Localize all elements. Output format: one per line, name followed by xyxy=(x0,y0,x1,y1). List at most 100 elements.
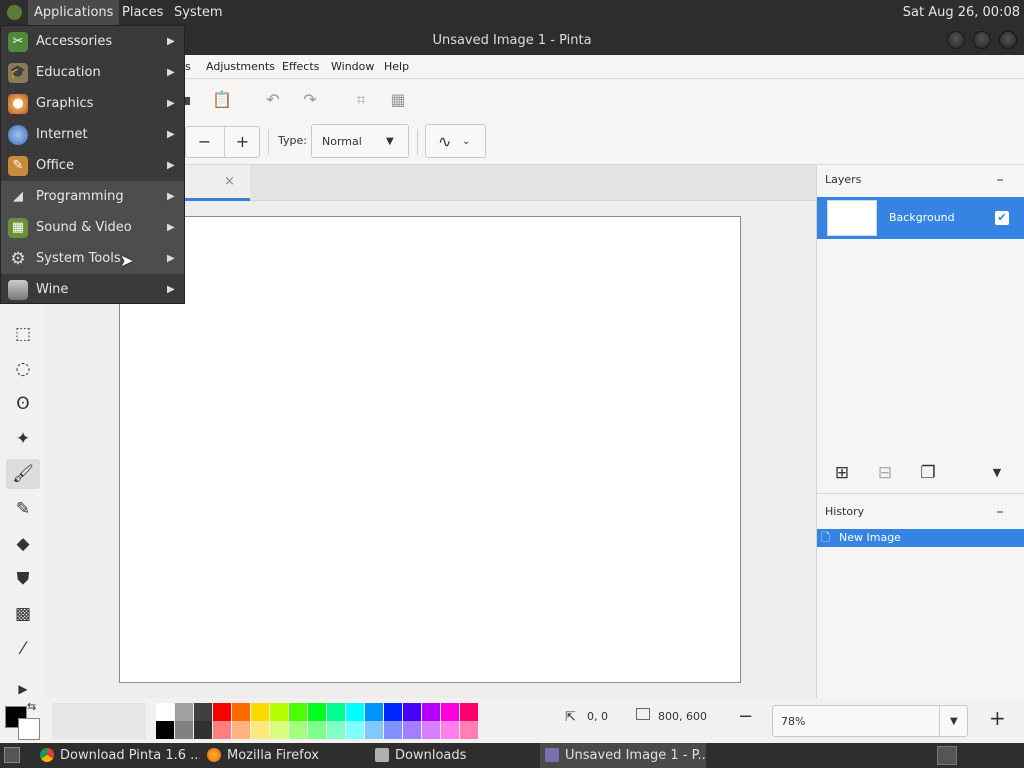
history-collapse-button[interactable]: – xyxy=(993,499,1007,525)
palette-swatch[interactable] xyxy=(422,721,440,739)
eraser-tool-icon[interactable]: ◆ xyxy=(6,529,40,559)
duplicate-layer-icon[interactable]: ❐ xyxy=(916,461,940,485)
menu-image[interactable]: s xyxy=(185,55,191,79)
menu-item-system-tools[interactable]: ⚙ System Tools ▶ xyxy=(1,243,184,274)
color-picker-tool-icon[interactable]: ⁄ xyxy=(6,634,40,664)
palette-swatch[interactable] xyxy=(213,703,231,721)
type-select[interactable]: Normal ▼ xyxy=(311,124,409,158)
document-tab[interactable]: × xyxy=(184,165,250,201)
palette-swatch[interactable] xyxy=(365,703,383,721)
secondary-color-swatch[interactable] xyxy=(18,718,40,740)
wine-icon xyxy=(8,280,28,300)
undo-icon[interactable]: ↶ xyxy=(261,88,285,112)
lasso-select-tool-icon[interactable]: ʘ xyxy=(6,389,40,419)
close-button[interactable] xyxy=(999,31,1017,49)
chevron-down-icon[interactable]: ▼ xyxy=(950,706,958,737)
palette-swatch[interactable] xyxy=(156,721,174,739)
task-download-pinta[interactable]: Download Pinta 1.6 ... xyxy=(40,743,200,768)
menu-adjustments[interactable]: Adjustments xyxy=(206,55,275,79)
palette-swatch[interactable] xyxy=(460,703,478,721)
palette-swatch[interactable] xyxy=(232,703,250,721)
palette-swatch[interactable] xyxy=(346,703,364,721)
deselect-icon[interactable]: ▦ xyxy=(386,88,410,112)
palette-swatch[interactable] xyxy=(441,721,459,739)
palette-swatch[interactable] xyxy=(270,703,288,721)
palette-swatch[interactable] xyxy=(232,721,250,739)
palette-swatch[interactable] xyxy=(346,721,364,739)
places-menu-button[interactable]: Places xyxy=(116,0,169,25)
palette-swatch[interactable] xyxy=(327,721,345,739)
layer-row[interactable]: Background ✔ xyxy=(817,197,1024,239)
paste-icon[interactable]: 📋 xyxy=(210,88,234,112)
menu-item-sound-video[interactable]: ▦ Sound & Video ▶ xyxy=(1,212,184,243)
paint-bucket-tool-icon[interactable]: ⛊ xyxy=(6,564,40,594)
palette-swatch[interactable] xyxy=(365,721,383,739)
history-item[interactable]: 🗋 New Image xyxy=(817,529,1024,547)
workspace-switcher[interactable] xyxy=(937,746,957,765)
clock[interactable]: Sat Aug 26, 00:08 xyxy=(903,0,1020,25)
decrease-width-button[interactable]: − xyxy=(186,127,223,157)
zoom-out-button[interactable]: − xyxy=(738,706,753,727)
menu-item-graphics[interactable]: ● Graphics ▶ xyxy=(1,88,184,119)
applications-menu-button[interactable]: Applications xyxy=(28,0,120,25)
paintbrush-tool-icon[interactable]: 🖌 xyxy=(6,459,40,489)
zoom-in-button[interactable]: + xyxy=(989,706,1006,730)
palette-swatch[interactable] xyxy=(194,721,212,739)
palette-swatch[interactable] xyxy=(422,703,440,721)
distro-logo-icon[interactable] xyxy=(6,4,23,21)
antialiasing-dropdown[interactable]: ∿ ⌄ xyxy=(425,124,486,158)
palette-swatch[interactable] xyxy=(384,703,402,721)
tab-close-icon[interactable]: × xyxy=(224,165,235,199)
layer-menu-chevron-icon[interactable]: ▼ xyxy=(985,461,1009,485)
menu-item-office[interactable]: ✎ Office ▶ xyxy=(1,150,184,181)
palette-swatch[interactable] xyxy=(175,703,193,721)
palette-swatch[interactable] xyxy=(270,721,288,739)
gradient-tool-icon[interactable]: ▩ xyxy=(6,599,40,629)
increase-width-button[interactable]: + xyxy=(224,127,260,157)
menu-window[interactable]: Window xyxy=(331,55,374,79)
delete-layer-icon[interactable]: ⊟ xyxy=(873,461,897,485)
maximize-button[interactable] xyxy=(973,31,991,49)
menu-item-programming[interactable]: ◢ Programming ▶ xyxy=(1,181,184,212)
menu-item-accessories[interactable]: ✂ Accessories ▶ xyxy=(1,26,184,57)
magic-wand-tool-icon[interactable]: ✦ xyxy=(6,424,40,454)
palette-swatch[interactable] xyxy=(384,721,402,739)
palette-swatch[interactable] xyxy=(175,721,193,739)
menu-item-internet[interactable]: Internet ▶ xyxy=(1,119,184,150)
show-desktop-icon[interactable] xyxy=(4,747,20,763)
task-pinta[interactable]: Unsaved Image 1 - P... xyxy=(540,743,706,768)
palette-swatch[interactable] xyxy=(403,703,421,721)
menu-item-education[interactable]: 🎓 Education ▶ xyxy=(1,57,184,88)
palette-swatch[interactable] xyxy=(308,703,326,721)
task-firefox[interactable]: Mozilla Firefox xyxy=(207,743,367,768)
palette-swatch[interactable] xyxy=(251,721,269,739)
palette-swatch[interactable] xyxy=(251,703,269,721)
redo-icon[interactable]: ↷ xyxy=(298,88,322,112)
layer-visibility-checkbox[interactable]: ✔ xyxy=(995,211,1009,225)
palette-swatch[interactable] xyxy=(289,703,307,721)
palette-swatch[interactable] xyxy=(156,703,174,721)
system-menu-button[interactable]: System xyxy=(168,0,228,25)
menu-item-wine[interactable]: Wine ▶ xyxy=(1,274,184,305)
palette-swatch[interactable] xyxy=(308,721,326,739)
ellipse-select-tool-icon[interactable]: ◌ xyxy=(6,354,40,384)
palette-swatch[interactable] xyxy=(460,721,478,739)
palette-swatch[interactable] xyxy=(327,703,345,721)
crop-icon[interactable]: ⌗ xyxy=(349,88,373,112)
rectangle-select-tool-icon[interactable]: ⬚ xyxy=(6,319,40,349)
menu-effects[interactable]: Effects xyxy=(282,55,319,79)
layers-collapse-button[interactable]: – xyxy=(993,167,1007,193)
zoom-combobox[interactable]: 78% ▼ xyxy=(772,705,968,737)
palette-swatch[interactable] xyxy=(441,703,459,721)
palette-swatch[interactable] xyxy=(213,721,231,739)
pencil-tool-icon[interactable]: ✎ xyxy=(6,494,40,524)
drawing-canvas[interactable] xyxy=(119,216,741,683)
swap-colors-icon[interactable]: ⇆ xyxy=(27,700,36,713)
palette-swatch[interactable] xyxy=(403,721,421,739)
palette-swatch[interactable] xyxy=(289,721,307,739)
add-layer-icon[interactable]: ⊞ xyxy=(830,461,854,485)
menu-help[interactable]: Help xyxy=(384,55,409,79)
palette-swatch[interactable] xyxy=(194,703,212,721)
task-downloads[interactable]: Downloads xyxy=(375,743,535,768)
minimize-button[interactable] xyxy=(947,31,965,49)
